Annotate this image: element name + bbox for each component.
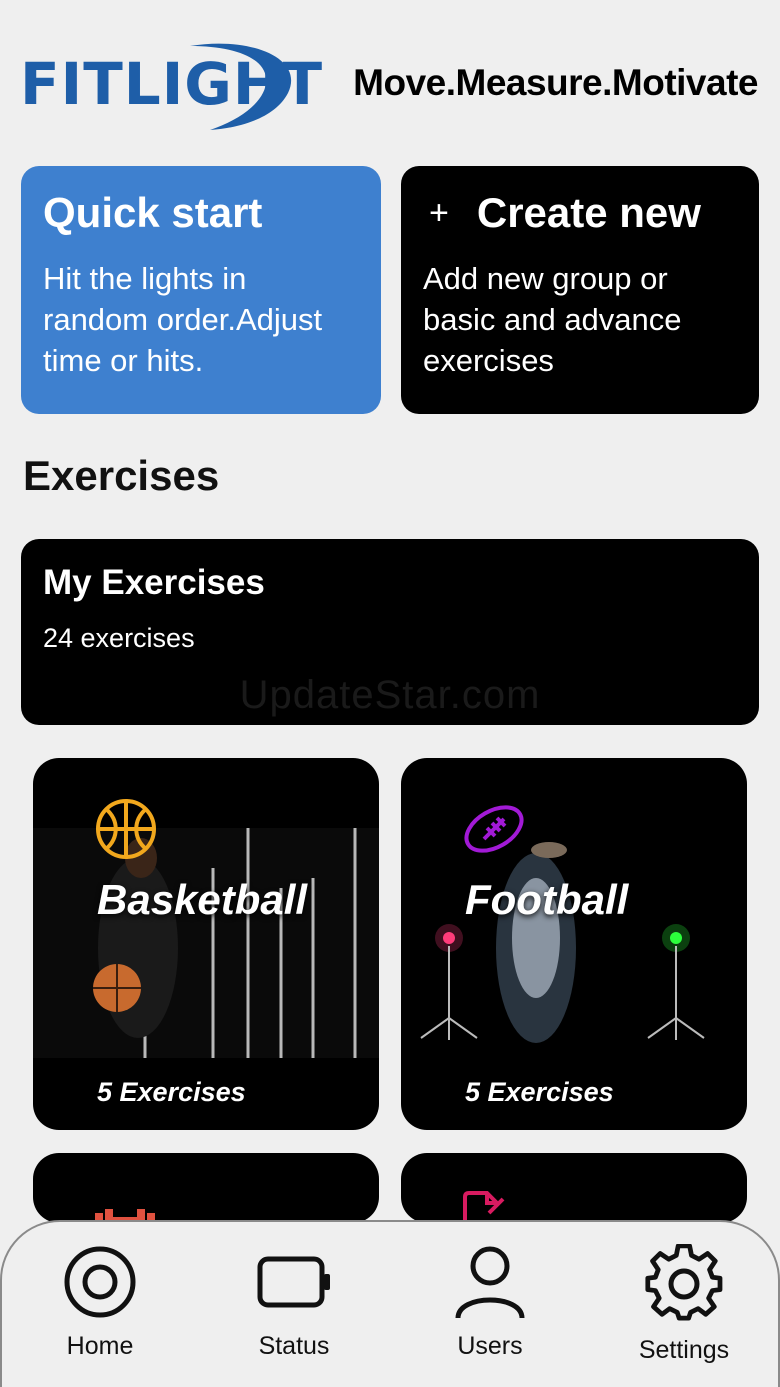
tagline: Move.Measure.Motivate xyxy=(353,62,758,103)
home-target-icon xyxy=(64,1246,136,1318)
user-icon xyxy=(455,1246,525,1319)
category-tile-fitness[interactable] xyxy=(33,1153,379,1223)
tab-users[interactable]: Users xyxy=(420,1244,560,1361)
battery-icon xyxy=(257,1256,330,1308)
tab-label: Status xyxy=(258,1332,330,1360)
my-exercises-count: 24 exercises xyxy=(43,623,195,653)
category-tile-basketball[interactable]: Basketball 5 Exercises xyxy=(33,758,379,1130)
plus-icon: + xyxy=(429,194,449,232)
exercises-heading: Exercises xyxy=(23,452,220,499)
tab-label: Users xyxy=(457,1332,523,1360)
gear-icon xyxy=(645,1244,723,1321)
quick-start-description: Hit the lights in random order.Adjust ti… xyxy=(43,261,323,378)
tab-label: Settings xyxy=(638,1336,730,1364)
create-new-title: Create new xyxy=(476,189,701,236)
app-header: FITLIGHT Move.Measure.Motivate xyxy=(0,0,780,150)
create-new-description: Add new group or basic and advance exerc… xyxy=(423,261,682,378)
basketball-photo xyxy=(33,828,379,1058)
category-count: 5 Exercises xyxy=(97,1077,246,1107)
my-exercises-card[interactable]: My Exercises 24 exercises UpdateStar.com xyxy=(21,539,759,725)
my-exercises-title: My Exercises xyxy=(43,563,265,602)
quick-start-title: Quick start xyxy=(43,189,263,236)
category-count: 5 Exercises xyxy=(465,1077,614,1107)
basketball-icon xyxy=(96,799,156,859)
football-photo xyxy=(401,828,747,1058)
fitlight-logo: FITLIGHT xyxy=(20,38,322,133)
tab-label: Home xyxy=(66,1332,134,1360)
category-name: Basketball xyxy=(97,876,308,923)
watermark: UpdateStar.com xyxy=(239,673,541,717)
quick-start-card[interactable]: Quick start Hit the lights in random ord… xyxy=(21,166,381,414)
category-name: Football xyxy=(465,876,629,923)
clipboard-icon xyxy=(463,1191,505,1223)
tab-status[interactable]: Status xyxy=(224,1244,364,1361)
create-new-card[interactable]: + Create new Add new group or basic and a… xyxy=(401,166,759,414)
category-tile-football[interactable]: Football 5 Exercises xyxy=(401,758,747,1130)
category-tile-custom[interactable] xyxy=(401,1153,747,1223)
tab-home[interactable]: Home xyxy=(30,1244,170,1361)
bottom-tab-bar: Home Status Users Settings xyxy=(0,1220,780,1387)
football-icon xyxy=(464,805,524,853)
create-new-title-row: + Create new xyxy=(423,188,737,238)
tab-settings[interactable]: Settings xyxy=(614,1244,754,1365)
logo-text: FITLIGHT xyxy=(20,50,324,118)
